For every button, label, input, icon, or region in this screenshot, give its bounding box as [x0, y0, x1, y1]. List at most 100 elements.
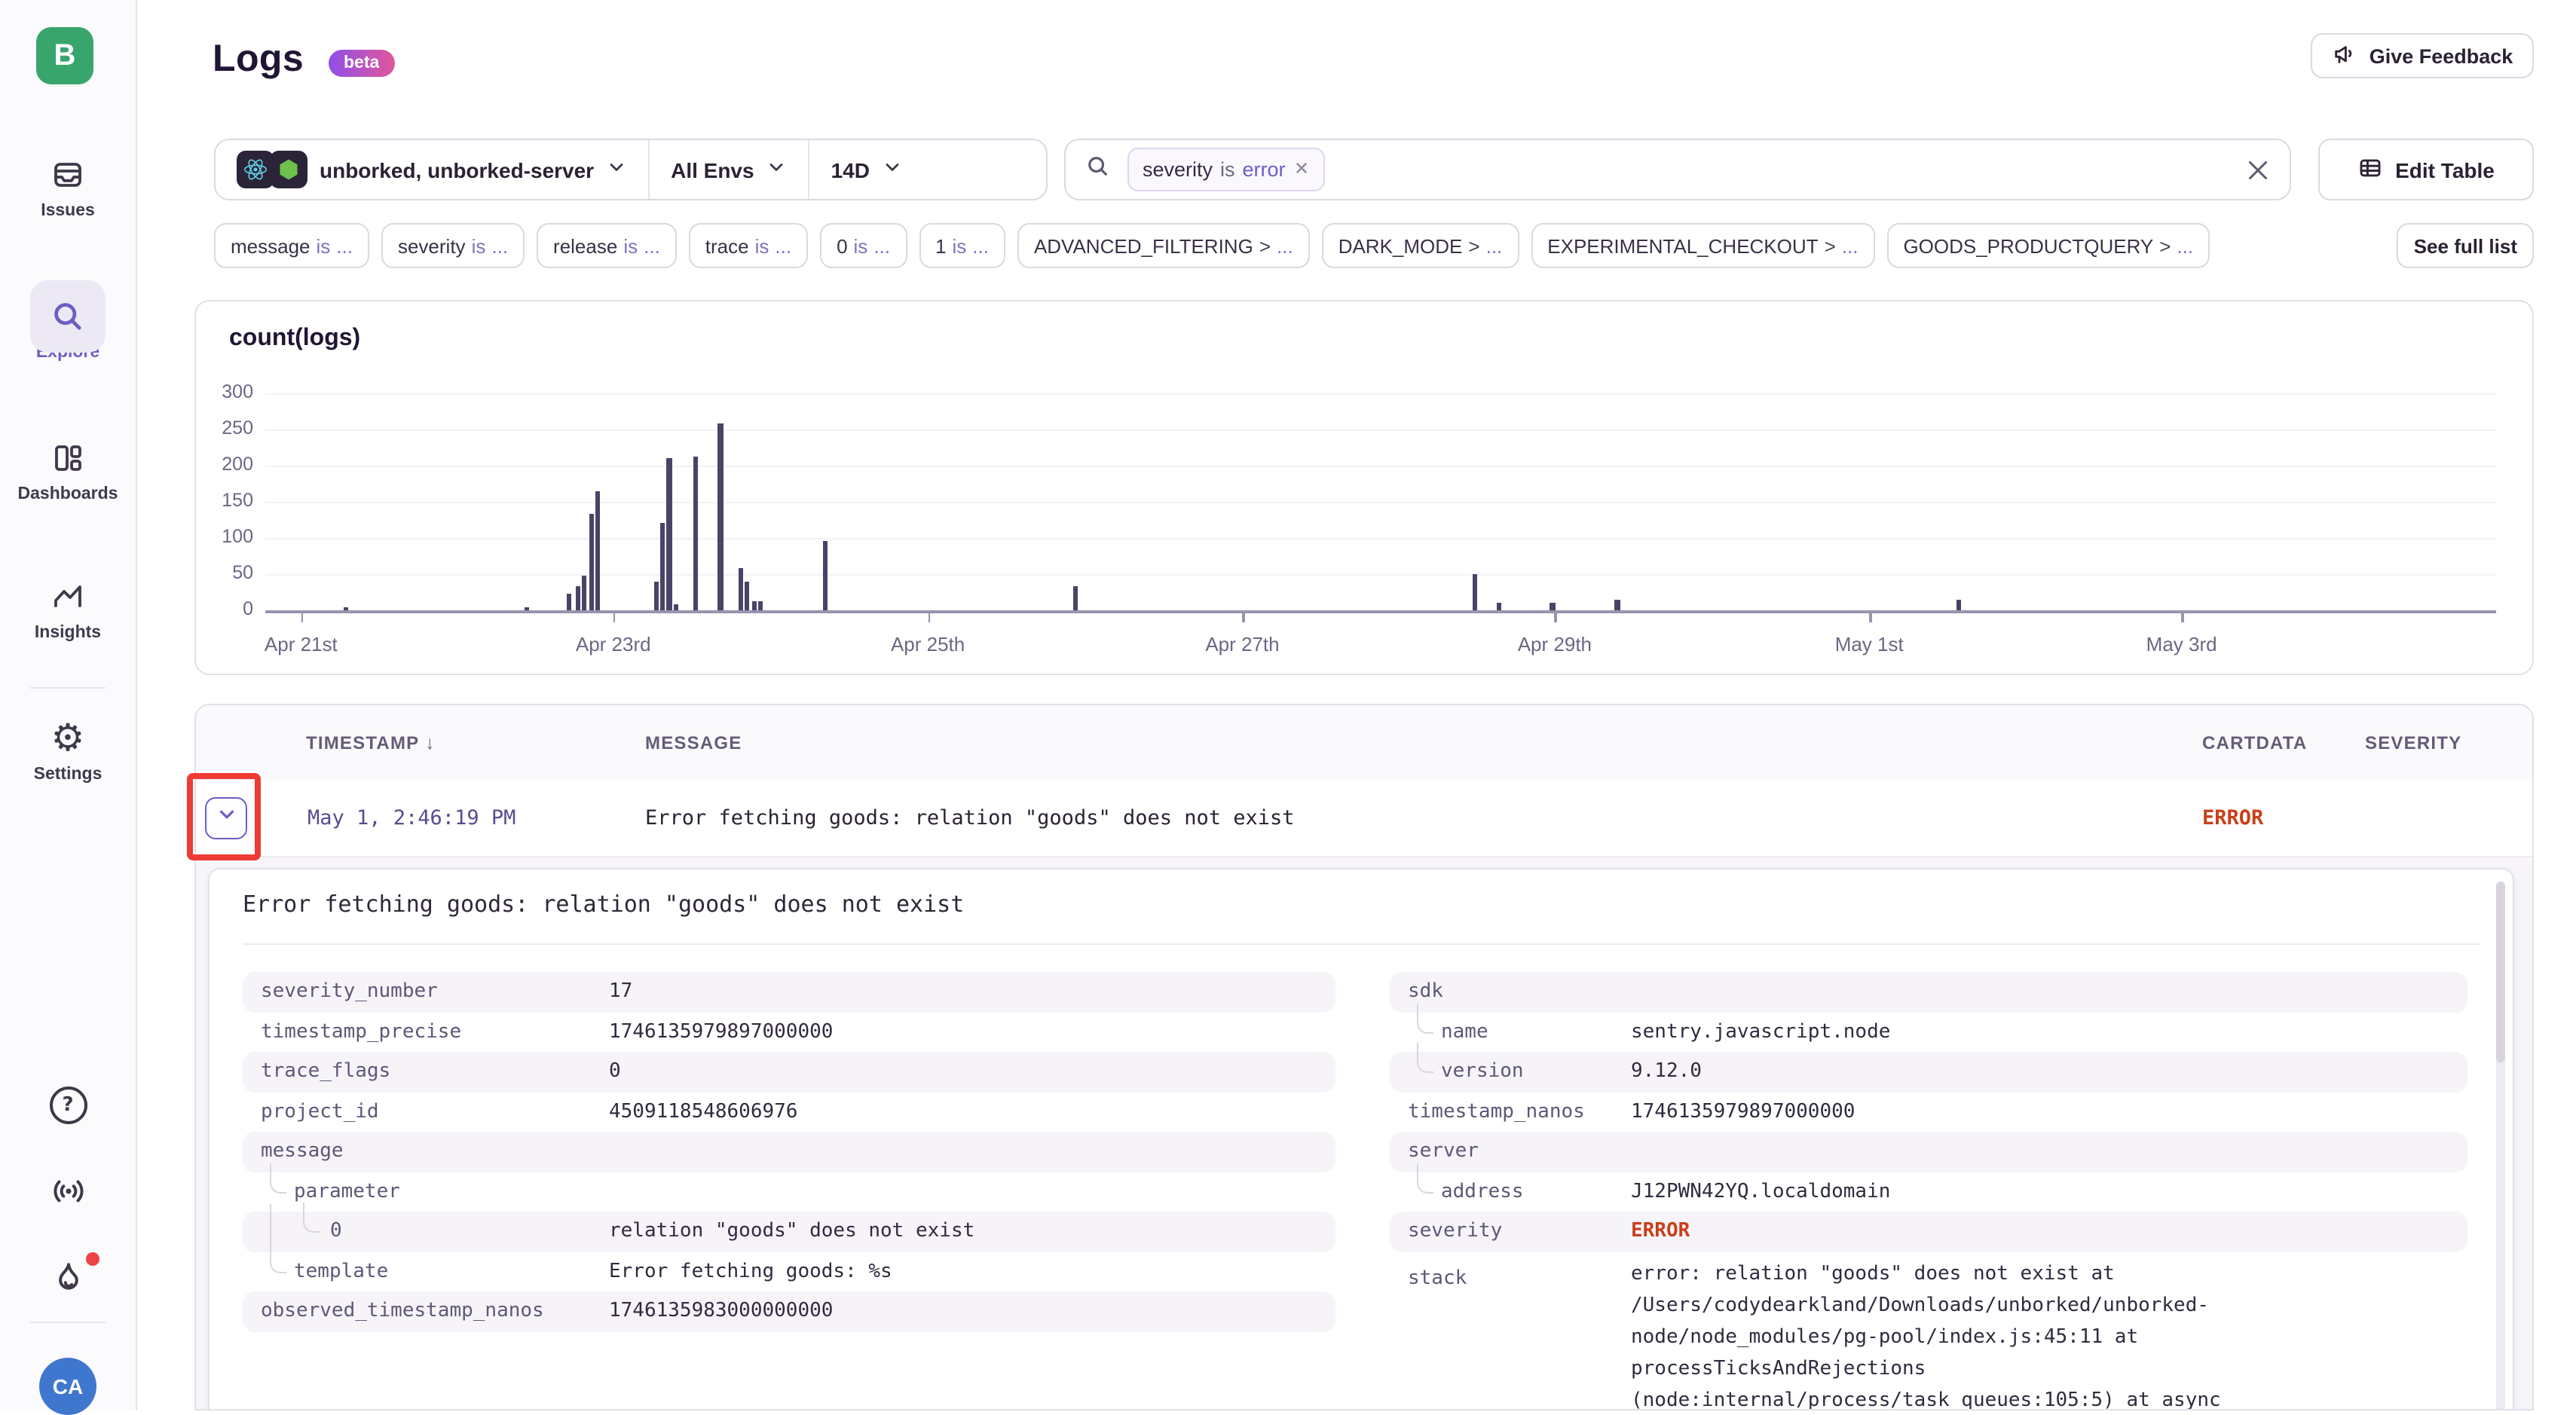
quick-filter-chip[interactable]: release is ...: [537, 223, 677, 268]
give-feedback-button[interactable]: Give Feedback: [2311, 33, 2534, 78]
chart-bar[interactable]: [660, 524, 665, 610]
chart-bar[interactable]: [344, 607, 348, 610]
y-axis-tick-label: 300: [196, 381, 253, 402]
attribute-value: sentry.javascript.node: [1631, 1021, 1890, 1044]
column-header-timestamp[interactable]: TIMESTAMP ↓: [306, 705, 435, 781]
attribute-key: stack: [1408, 1267, 1467, 1289]
attribute-row: severity ERROR: [1390, 1212, 2467, 1251]
chart-bar[interactable]: [674, 604, 678, 610]
chart-bar[interactable]: [582, 576, 586, 610]
notification-dot: [86, 1252, 99, 1266]
chart-bar[interactable]: [718, 423, 723, 610]
log-table-row[interactable]: May 1, 2:46:19 PM Error fetching goods: …: [196, 781, 2532, 857]
chart-bar[interactable]: [567, 594, 571, 610]
y-axis-tick-label: 0: [196, 598, 253, 619]
quick-filter-chip[interactable]: 0 is ...: [820, 223, 907, 268]
sidebar-item-explore[interactable]: Explore: [0, 298, 136, 362]
sidebar-item-settings[interactable]: ⚙ Settings: [0, 720, 136, 784]
chart-bar[interactable]: [1073, 585, 1078, 610]
x-axis-tick-label: Apr 29th: [1487, 633, 1623, 656]
issues-icon: [50, 157, 86, 193]
quick-filter-chip[interactable]: trace is ...: [689, 223, 808, 268]
chart-bar[interactable]: [1550, 603, 1555, 610]
beta-badge: beta: [329, 50, 394, 77]
chart-bar[interactable]: [589, 513, 593, 610]
tree-elbow: [270, 1163, 286, 1193]
attribute-row: project_id 4509118548606976: [243, 1092, 1335, 1132]
attribute-key: address: [1441, 1181, 1524, 1203]
search-filter-chip[interactable]: severity is error: [1127, 148, 1325, 191]
detail-scrollbar-thumb[interactable]: [2496, 882, 2505, 1062]
chart-bar[interactable]: [745, 582, 749, 610]
chevron-down-icon: [766, 157, 788, 182]
chart-bar[interactable]: [1615, 600, 1620, 610]
quick-filter-chip[interactable]: DARK_MODE > ...: [1322, 223, 1519, 268]
project-selector[interactable]: unborked, unborked-server: [216, 140, 648, 199]
chip-remove-icon[interactable]: [1293, 158, 1310, 181]
attribute-key: observed_timestamp_nanos: [261, 1300, 544, 1323]
column-header-severity[interactable]: SEVERITY: [2365, 705, 2461, 781]
quick-filter-chip[interactable]: 1 is ...: [919, 223, 1005, 268]
x-axis-tick-label: Apr 21st: [233, 633, 369, 656]
megaphone-icon: [2332, 41, 2357, 71]
y-axis-tick-label: 150: [196, 490, 253, 511]
chart-bar[interactable]: [524, 607, 528, 610]
quick-filter-chip[interactable]: ADVANCED_FILTERING > ...: [1017, 223, 1310, 268]
chart-bar[interactable]: [758, 601, 763, 610]
edit-table-button[interactable]: Edit Table: [2318, 139, 2534, 200]
sidebar-item-insights[interactable]: Insights: [0, 579, 136, 642]
attribute-value: 0: [609, 1061, 621, 1083]
chart-title: count(logs): [229, 325, 360, 353]
log-timestamp[interactable]: May 1, 2:46:19 PM: [307, 781, 516, 856]
annotation-highlight-box: [187, 773, 261, 860]
react-icon: [237, 151, 274, 188]
app-window: B Issues Explore: [0, 0, 2576, 1410]
search-input[interactable]: severity is error: [1064, 139, 2291, 200]
column-header-cartdata[interactable]: CARTDATA: [2202, 705, 2307, 781]
chart-bar[interactable]: [751, 601, 756, 610]
sidebar-item-dashboards[interactable]: Dashboards: [0, 440, 136, 503]
user-avatar[interactable]: CA: [39, 1358, 96, 1415]
help-button[interactable]: ?: [0, 1086, 136, 1124]
sidebar-divider: [30, 1322, 106, 1323]
chart-bar[interactable]: [1497, 603, 1501, 610]
chart-bar[interactable]: [823, 542, 828, 610]
chart-bar[interactable]: [1472, 574, 1476, 610]
y-axis-tick-label: 50: [196, 562, 253, 583]
quick-filter-chip[interactable]: GOODS_PRODUCTQUERY > ...: [1886, 223, 2210, 268]
attribute-value: J12PWN42YQ.localdomain: [1631, 1181, 1890, 1203]
see-full-list-button[interactable]: See full list: [2397, 223, 2534, 268]
attribute-value: relation "goods" does not exist: [609, 1221, 974, 1243]
sidebar-item-label: Dashboards: [18, 485, 118, 503]
chart-bar[interactable]: [595, 492, 600, 610]
chart-bar[interactable]: [693, 457, 698, 610]
divider: [243, 943, 2480, 945]
search-icon: [1084, 151, 1112, 188]
chart-bar[interactable]: [575, 586, 580, 610]
environment-selector[interactable]: All Envs: [650, 140, 809, 199]
x-axis-tick-label: May 1st: [1801, 633, 1937, 656]
log-detail-panel: Error fetching goods: relation "goods" d…: [208, 868, 2514, 1410]
broadcast-button[interactable]: [0, 1172, 136, 1218]
quick-filter-chip[interactable]: EXPERIMENTAL_CHECKOUT > ...: [1531, 223, 1874, 268]
attribute-row: message: [243, 1132, 1335, 1172]
column-header-message[interactable]: MESSAGE: [645, 705, 742, 781]
chart-bar[interactable]: [1956, 600, 1961, 610]
org-logo[interactable]: B: [36, 27, 93, 84]
attribute-row: sdk: [1390, 972, 2467, 1012]
quick-filter-chip[interactable]: message is ...: [214, 223, 369, 268]
sidebar-item-issues[interactable]: Issues: [0, 157, 136, 220]
whats-new-button[interactable]: [0, 1260, 136, 1305]
y-axis-tick-label: 200: [196, 454, 253, 475]
chart-bar[interactable]: [653, 582, 658, 610]
date-range-selector[interactable]: 14D: [810, 140, 924, 199]
clear-search-button[interactable]: [2244, 156, 2272, 183]
chevron-down-icon: [606, 157, 627, 182]
x-axis-tick: [613, 613, 616, 622]
project-selector-value: unborked, unborked-server: [320, 157, 594, 182]
quick-filter-chip[interactable]: severity is ...: [381, 223, 525, 268]
chart-bar[interactable]: [739, 568, 743, 610]
chart-bar[interactable]: [667, 457, 672, 610]
x-axis-tick-label: Apr 27th: [1174, 633, 1310, 656]
attribute-key: template: [294, 1261, 388, 1283]
